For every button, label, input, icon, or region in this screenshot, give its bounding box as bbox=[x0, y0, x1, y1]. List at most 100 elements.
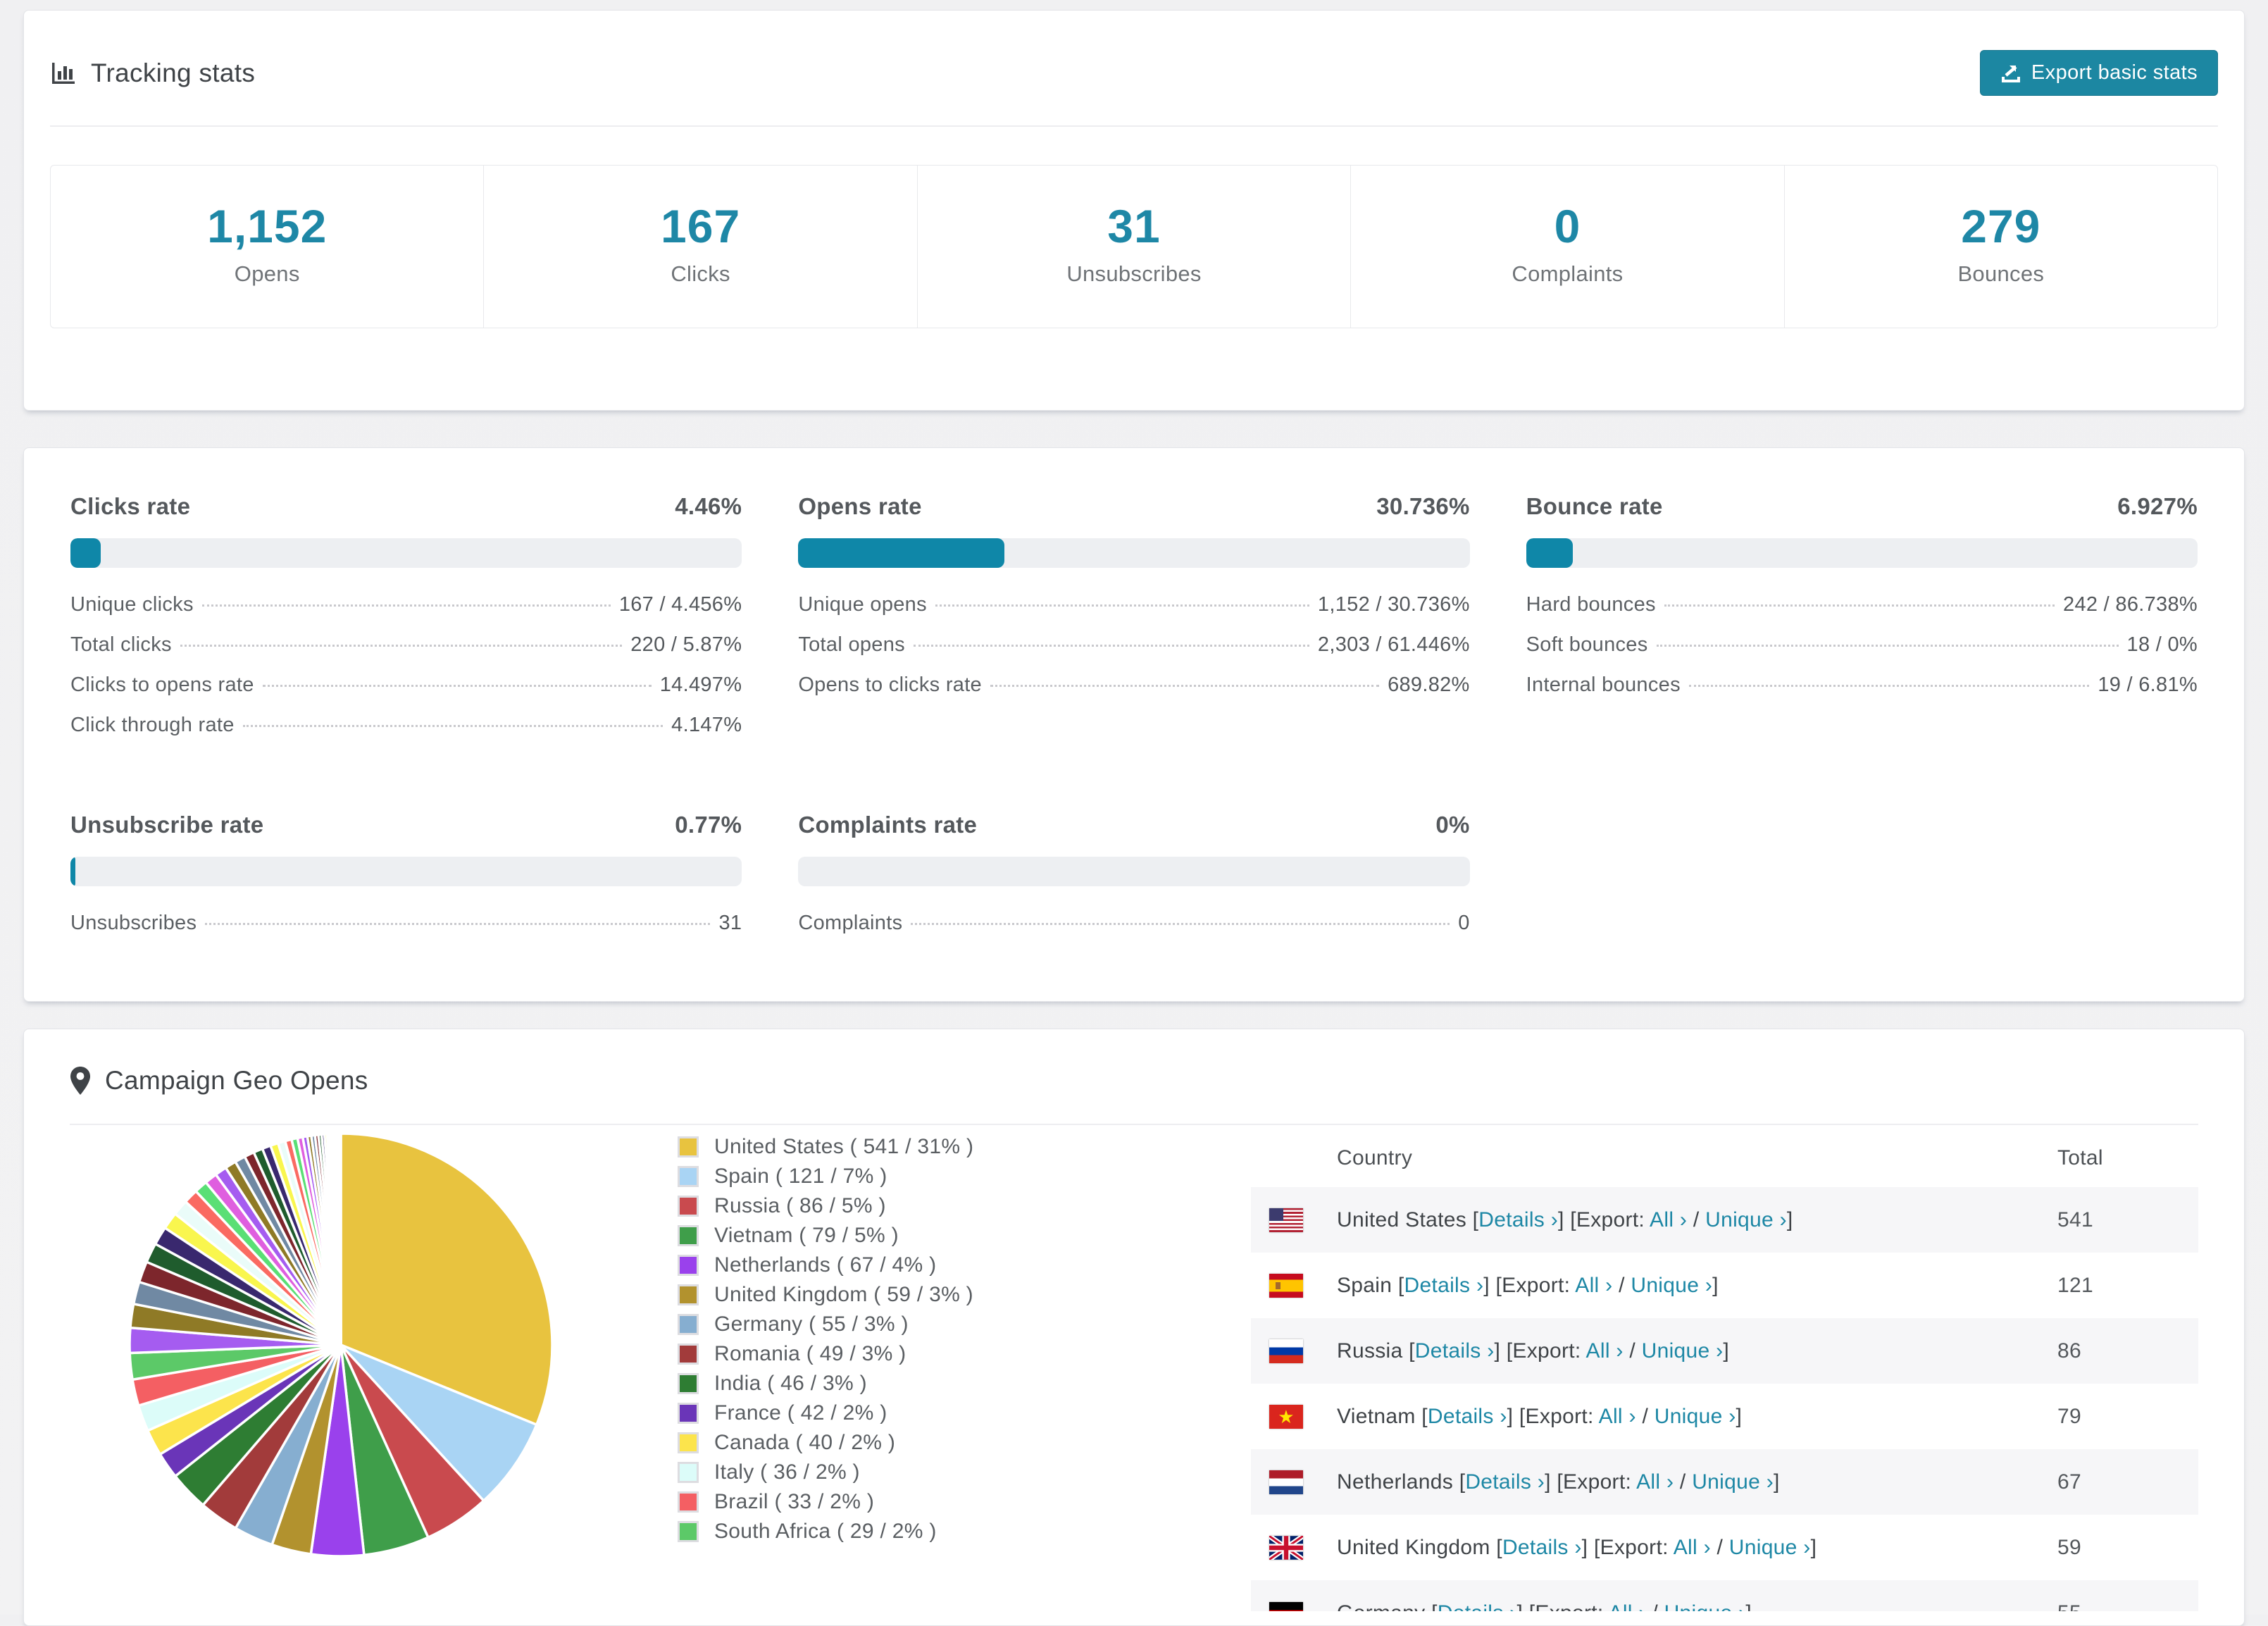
export-unique-link[interactable]: Unique › bbox=[1631, 1274, 1712, 1297]
details-link[interactable]: Details › bbox=[1428, 1405, 1507, 1428]
rate-row-value: 0 bbox=[1458, 912, 1470, 934]
dotted-leader bbox=[1664, 604, 2055, 607]
rate-row: Opens to clicks rate 689.82% bbox=[798, 674, 1469, 714]
rate-row-label: Total opens bbox=[798, 633, 905, 656]
legend-label: France ( 42 / 2% ) bbox=[714, 1401, 887, 1425]
geo-table-row-vn: Vietnam [Details ›] [Export: All › / Uni… bbox=[1251, 1384, 2198, 1449]
export-unique-link[interactable]: Unique › bbox=[1664, 1601, 1746, 1611]
details-link[interactable]: Details › bbox=[1415, 1339, 1495, 1363]
flag-cell bbox=[1251, 1253, 1337, 1318]
legend-label: Russia ( 86 / 5% ) bbox=[714, 1194, 886, 1217]
page-title: Tracking stats bbox=[91, 58, 256, 87]
tracking-stats-title-row: Tracking stats bbox=[50, 58, 255, 88]
rate-progress-track bbox=[70, 538, 742, 568]
rate-row-value: 19 / 6.81% bbox=[2098, 674, 2198, 696]
geo-section-title: Campaign Geo Opens bbox=[105, 1066, 368, 1095]
rate-row-value: 2,303 / 61.446% bbox=[1317, 633, 1470, 656]
rate-progress-track bbox=[1526, 538, 2198, 568]
rate-row: Internal bounces 19 / 6.81% bbox=[1526, 674, 2198, 714]
geo-card-header: Campaign Geo Opens bbox=[70, 1062, 2198, 1124]
stat-value: 31 bbox=[1107, 200, 1161, 252]
rate-row-label: Hard bounces bbox=[1526, 593, 1656, 616]
rate-row-label: Opens to clicks rate bbox=[798, 674, 982, 696]
stat-label: Complaints bbox=[1512, 261, 1624, 286]
legend-swatch bbox=[678, 1255, 699, 1276]
flag-cell bbox=[1251, 1318, 1337, 1384]
details-link[interactable]: Details › bbox=[1502, 1536, 1582, 1559]
export-all-link[interactable]: All › bbox=[1650, 1208, 1687, 1231]
export-basic-stats-button[interactable]: Export basic stats bbox=[1979, 50, 2218, 96]
legend-item: India ( 46 / 3% ) bbox=[678, 1372, 1051, 1396]
legend-item: Italy ( 36 / 2% ) bbox=[678, 1460, 1051, 1484]
legend-item: United States ( 541 / 31% ) bbox=[678, 1135, 1051, 1159]
export-all-link[interactable]: All › bbox=[1586, 1339, 1624, 1363]
rate-row-label: Unique clicks bbox=[70, 593, 194, 616]
export-all-link[interactable]: All › bbox=[1674, 1536, 1711, 1559]
rate-rows: Complaints 0 bbox=[798, 912, 1469, 952]
rate-row-value: 167 / 4.456% bbox=[618, 593, 742, 616]
rate-row-label: Unsubscribes bbox=[70, 912, 197, 934]
rate-row: Hard bounces 242 / 86.738% bbox=[1526, 593, 2198, 633]
flag-cell bbox=[1251, 1515, 1337, 1580]
export-unique-link[interactable]: Unique › bbox=[1729, 1536, 1811, 1559]
details-link[interactable]: Details › bbox=[1478, 1208, 1558, 1231]
stat-box-opens: 1,152 Opens bbox=[51, 166, 485, 328]
legend-label: Vietnam ( 79 / 5% ) bbox=[714, 1224, 899, 1247]
export-all-link[interactable]: All › bbox=[1636, 1470, 1674, 1494]
rate-row-label: Internal bounces bbox=[1526, 674, 1681, 696]
country-name: United Kingdom bbox=[1337, 1535, 1497, 1559]
country-cell: United Kingdom [Details ›] [Export: All … bbox=[1337, 1515, 2057, 1580]
rate-header: Clicks rate 4.46% bbox=[70, 493, 742, 520]
details-link[interactable]: Details › bbox=[1465, 1470, 1545, 1494]
rate-row-value: 18 / 0% bbox=[2126, 633, 2198, 656]
rate-progress-track bbox=[70, 857, 742, 886]
rate-row-value: 31 bbox=[718, 912, 742, 934]
rate-title: Unsubscribe rate bbox=[70, 812, 264, 838]
rate-progress-fill bbox=[70, 538, 101, 568]
country-links: Russia [Details ›] [Export: All › / Uniq… bbox=[1337, 1339, 1730, 1363]
legend-swatch bbox=[678, 1403, 699, 1424]
geo-table-wrap: Country Total United States [Details ›] … bbox=[1251, 1125, 2198, 1611]
tracking-card-header: Tracking stats Export basic stats bbox=[50, 39, 2218, 125]
geo-table-body: United States [Details ›] [Export: All ›… bbox=[1251, 1187, 2198, 1611]
export-all-link[interactable]: All › bbox=[1609, 1601, 1646, 1611]
stat-box-clicks: 167 Clicks bbox=[484, 166, 918, 328]
dotted-leader bbox=[262, 685, 652, 687]
country-links: United Kingdom [Details ›] [Export: All … bbox=[1337, 1535, 1817, 1559]
rate-progress-track bbox=[798, 538, 1470, 568]
rate-row: Click through rate 4.147% bbox=[70, 714, 742, 754]
rate-percent: 30.736% bbox=[1376, 493, 1470, 519]
rate-row: Unique clicks 167 / 4.456% bbox=[70, 593, 742, 633]
details-link[interactable]: Details › bbox=[1404, 1274, 1484, 1297]
legend-swatch bbox=[678, 1491, 699, 1513]
legend-item: Canada ( 40 / 2% ) bbox=[678, 1431, 1051, 1455]
dotted-leader bbox=[935, 604, 1309, 607]
legend-label: Romania ( 49 / 3% ) bbox=[714, 1342, 906, 1365]
export-icon bbox=[2001, 65, 2020, 82]
details-link[interactable]: Details › bbox=[1438, 1601, 1517, 1611]
export-all-link[interactable]: All › bbox=[1599, 1405, 1636, 1428]
bar-chart-icon bbox=[52, 62, 75, 84]
export-unique-link[interactable]: Unique › bbox=[1705, 1208, 1787, 1231]
rate-header: Opens rate 30.736% bbox=[798, 493, 1469, 520]
stats-row: 1,152 Opens 167 Clicks 31 Unsubscribes 0 Compla… bbox=[50, 165, 2218, 328]
flag-united-kingdom-icon bbox=[1269, 1536, 1303, 1560]
export-all-link[interactable]: All › bbox=[1575, 1274, 1612, 1297]
export-unique-link[interactable]: Unique › bbox=[1692, 1470, 1774, 1494]
country-name: Netherlands bbox=[1337, 1470, 1459, 1494]
rate-row-label: Soft bounces bbox=[1526, 633, 1648, 656]
stat-value: 279 bbox=[1961, 200, 2041, 252]
page: Tracking stats Export basic stats 1,152 O… bbox=[0, 0, 2268, 1626]
legend-label: Netherlands ( 67 / 4% ) bbox=[714, 1253, 937, 1277]
rates-card: Clicks rate 4.46% Unique clicks 167 / 4.456… bbox=[23, 447, 2245, 1002]
column-header-country: Country bbox=[1337, 1146, 1413, 1169]
country-links: Vietnam [Details ›] [Export: All › / Uni… bbox=[1337, 1404, 1743, 1428]
rate-percent: 0% bbox=[1435, 812, 1470, 838]
rate-header: Complaints rate 0% bbox=[798, 812, 1469, 838]
geo-table-row-de: Germany [Details ›] [Export: All › / Uni… bbox=[1251, 1580, 2198, 1611]
legend-swatch bbox=[678, 1343, 699, 1365]
export-unique-link[interactable]: Unique › bbox=[1642, 1339, 1724, 1363]
export-unique-link[interactable]: Unique › bbox=[1655, 1405, 1736, 1428]
rate-row-value: 14.497% bbox=[659, 674, 742, 696]
rate-row: Complaints 0 bbox=[798, 912, 1469, 952]
